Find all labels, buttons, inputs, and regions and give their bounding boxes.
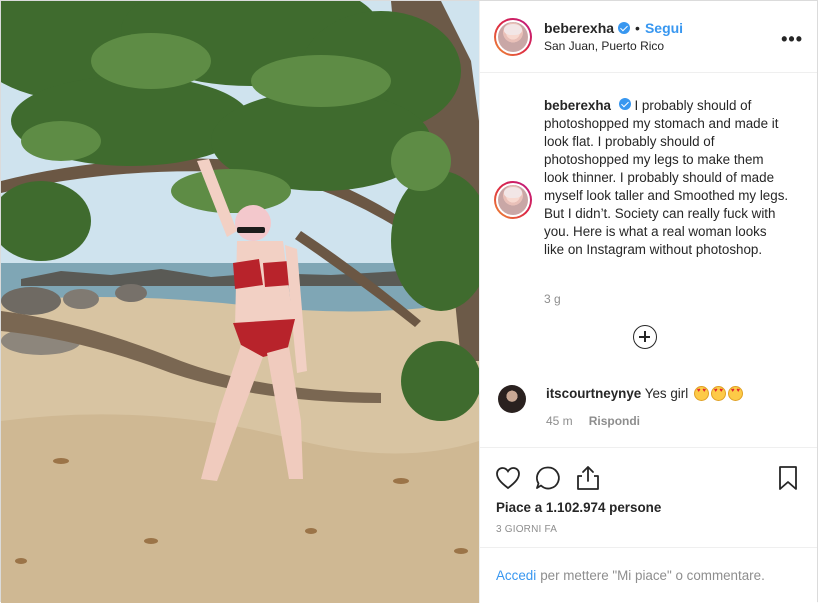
commenter-avatar[interactable] <box>498 385 526 413</box>
caption-username[interactable]: beberexha <box>544 98 611 113</box>
verified-badge-icon <box>618 98 631 110</box>
post-header: beberexha • Segui San Juan, Puerto Rico … <box>480 1 817 73</box>
post-sidebar: beberexha • Segui San Juan, Puerto Rico … <box>479 1 817 603</box>
more-options-icon[interactable]: ••• <box>781 29 803 50</box>
heart-eyes-emoji-icon <box>710 386 726 401</box>
post-photo[interactable] <box>1 1 479 603</box>
login-link[interactable]: Accedi <box>496 568 536 583</box>
verified-badge-icon <box>618 22 631 34</box>
post-container: beberexha • Segui San Juan, Puerto Rico … <box>0 0 818 603</box>
login-prompt-text: per mettere "Mi piace" o commentare. <box>540 568 765 583</box>
beach-photo-illustration <box>1 1 479 603</box>
commenter-username[interactable]: itscourtneynye <box>546 386 641 401</box>
login-prompt: Accedi per mettere "Mi piace" o commenta… <box>480 547 817 603</box>
author-avatar[interactable] <box>494 17 532 56</box>
comment-item: itscourtneynye Yes girl 45 m Rispondi <box>498 385 798 428</box>
heart-icon[interactable] <box>494 464 522 492</box>
caption-body: I probably should of photoshopped my sto… <box>544 98 789 257</box>
share-icon[interactable] <box>574 464 602 492</box>
reply-button[interactable]: Rispondi <box>589 414 640 428</box>
likes-count[interactable]: Piace a 1.102.974 persone <box>496 500 661 515</box>
load-more-comments-icon[interactable] <box>633 325 657 349</box>
caption-text: beberexha I probably should of photoshop… <box>544 97 790 259</box>
comment-text: Yes girl <box>644 386 689 401</box>
separator-dot: • <box>635 20 640 36</box>
post-actions: Piace a 1.102.974 persone 3 GIORNI FA <box>480 447 817 547</box>
comment-icon[interactable] <box>534 464 562 492</box>
comment-time: 45 m <box>546 414 573 428</box>
caption-block: beberexha I probably should of photoshop… <box>494 97 804 259</box>
author-username[interactable]: beberexha <box>544 20 614 36</box>
caption-avatar[interactable] <box>494 181 532 219</box>
heart-eyes-emoji-icon <box>693 386 709 401</box>
heart-eyes-emoji-icon <box>727 386 743 401</box>
posted-time[interactable]: 3 GIORNI FA <box>496 524 557 535</box>
caption-time: 3 g <box>544 292 561 306</box>
follow-button[interactable]: Segui <box>645 20 683 36</box>
bookmark-icon[interactable] <box>774 464 802 492</box>
post-location[interactable]: San Juan, Puerto Rico <box>544 39 683 53</box>
